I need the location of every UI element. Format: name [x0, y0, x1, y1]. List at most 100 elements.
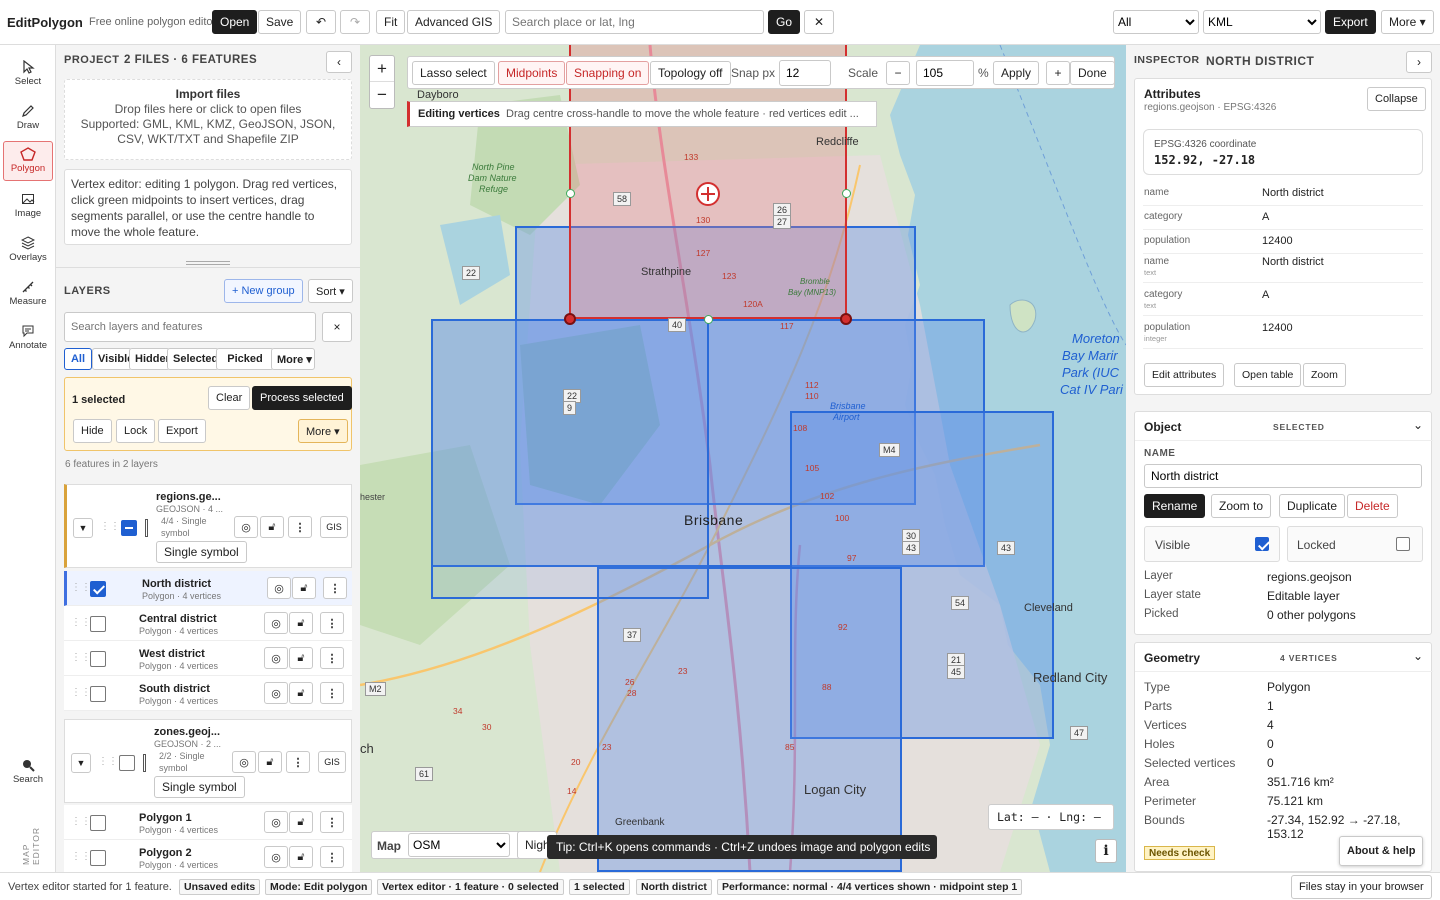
feature-checkbox[interactable] [90, 850, 106, 866]
done-editing-button[interactable]: Done [1070, 61, 1114, 85]
kebab-menu-icon[interactable]: ⋮ [320, 811, 344, 833]
open-table-button[interactable]: Open table [1234, 363, 1302, 387]
attribute-value[interactable]: 12400 [1262, 235, 1293, 247]
feature-row[interactable]: ⋮⋮ Polygon 2 Polygon · 4 vertices ◎ 🔓︎ ⋮ [64, 840, 352, 872]
snapping-toggle[interactable]: Snapping on [566, 61, 650, 85]
polygon-tool[interactable]: Polygon [3, 141, 53, 181]
eye-slash-icon[interactable]: ◎ [264, 647, 288, 669]
feature-row[interactable]: ⋮⋮ Polygon 1 Polygon · 4 vertices ◎ 🔓︎ ⋮ [64, 805, 352, 840]
kebab-menu-icon[interactable]: ⋮ [320, 612, 344, 634]
eye-slash-icon[interactable]: ◎ [267, 577, 291, 599]
vertex-handle-sw[interactable] [564, 313, 576, 325]
group-checkbox[interactable] [119, 755, 135, 771]
eye-slash-icon[interactable]: ◎ [264, 811, 288, 833]
search-tool[interactable]: Search [3, 753, 53, 793]
delete-button[interactable]: Delete [1347, 494, 1398, 518]
lock-icon[interactable]: 🔓︎ [260, 516, 284, 538]
annotate-tool[interactable]: Annotate [3, 319, 53, 359]
clear-search-button[interactable]: ✕ [804, 10, 834, 34]
chevron-down-icon[interactable]: ⌄ [1413, 418, 1423, 432]
local-files-button[interactable]: Files stay in your browser [1291, 875, 1432, 899]
kebab-menu-icon[interactable]: ⋮ [286, 751, 310, 773]
midpoint-handle-east[interactable] [842, 189, 851, 198]
kebab-menu-icon[interactable]: ⋮ [320, 846, 344, 868]
locked-toggle[interactable]: Locked [1287, 526, 1423, 562]
fit-button[interactable]: Fit [376, 10, 406, 34]
export-format-select[interactable]: KML [1203, 10, 1321, 34]
lasso-select-button[interactable]: Lasso select [412, 61, 495, 85]
filter-tab-hidden[interactable]: Hidden [129, 348, 172, 370]
midpoint-handle-west[interactable] [566, 189, 575, 198]
zoom-feature-button[interactable]: Zoom [1303, 363, 1346, 387]
advanced-gis-button[interactable]: Advanced GIS [407, 10, 501, 34]
feature-checkbox[interactable] [90, 686, 106, 702]
layer-group[interactable]: ▼ ⋮⋮ zones.geoj... GEOJSON · 2 ... 2/2 · Sin… [64, 719, 352, 803]
drag-handle-icon[interactable]: ⋮⋮ [71, 617, 91, 628]
feature-row[interactable]: ⋮⋮ South district Polygon · 4 vertices ◎ 🔓︎ ⋮ [64, 676, 352, 711]
attribute-value[interactable]: A [1262, 211, 1269, 223]
basemap-select[interactable]: OSM [408, 833, 510, 857]
locked-checkbox[interactable] [1396, 537, 1410, 551]
attribute-value[interactable]: North district [1262, 256, 1324, 268]
process-selected-button[interactable]: Process selected [252, 386, 352, 410]
topology-toggle[interactable]: Topology off [650, 61, 731, 85]
attribute-value[interactable]: North district [1262, 187, 1324, 199]
gis-button[interactable]: GIS [320, 516, 348, 538]
map-canvas[interactable]: Dayboro Redcliffe Strathpine Brisbane Clevel… [360, 45, 1126, 872]
lock-icon[interactable]: 🔓︎ [289, 846, 313, 868]
polygon-2[interactable] [431, 319, 709, 599]
feature-filter-select[interactable]: All [1113, 10, 1199, 34]
drag-handle-icon[interactable]: ⋮⋮ [71, 582, 91, 593]
edit-attributes-button[interactable]: Edit attributes [1144, 363, 1225, 387]
drag-handle-icon[interactable]: ⋮⋮ [100, 521, 120, 532]
feature-checkbox[interactable] [90, 581, 106, 597]
layer-search-input[interactable] [64, 312, 316, 342]
collapse-attributes-button[interactable]: Collapse [1367, 87, 1426, 111]
zoom-to-button[interactable]: Zoom to [1211, 494, 1272, 518]
midpoints-toggle[interactable]: Midpoints [498, 61, 566, 85]
move-handle[interactable] [696, 182, 720, 206]
filter-tab-visible[interactable]: Visible [92, 348, 133, 370]
attribute-value[interactable]: 12400 [1262, 322, 1293, 334]
drag-handle-icon[interactable]: ⋮⋮ [71, 687, 91, 698]
eye-slash-icon[interactable]: ◎ [264, 682, 288, 704]
scale-decrease-button[interactable]: − [886, 61, 910, 85]
inspector-collapse-button[interactable]: › [1406, 51, 1432, 73]
new-group-button[interactable]: + New group [224, 279, 303, 303]
vertex-handle-se[interactable] [840, 313, 852, 325]
feature-row[interactable]: ⋮⋮ West district Polygon · 4 vertices ◎ 🔓︎ ⋮ [64, 641, 352, 676]
drag-handle-icon[interactable]: ⋮⋮ [71, 851, 91, 862]
kebab-menu-icon[interactable]: ⋮ [320, 647, 344, 669]
duplicate-button[interactable]: Duplicate [1279, 494, 1346, 518]
redo-button[interactable]: ↷ [340, 10, 370, 34]
map-info-button[interactable]: i [1095, 839, 1117, 863]
drag-handle-icon[interactable]: ⋮⋮ [98, 756, 118, 767]
export-selection-button[interactable]: Export [158, 419, 206, 443]
feature-checkbox[interactable] [90, 815, 106, 831]
symbology-button[interactable]: Single symbol [154, 776, 245, 798]
layer-search-clear-button[interactable]: × [322, 312, 352, 342]
import-dropzone[interactable]: Import files Drop files here or click to… [64, 79, 352, 160]
kebab-menu-icon[interactable]: ⋮ [320, 682, 344, 704]
export-button[interactable]: Export [1325, 10, 1376, 34]
hide-selection-button[interactable]: Hide [73, 419, 112, 443]
filter-tab-selected[interactable]: Selected [167, 348, 219, 370]
lock-icon[interactable]: 🔓︎ [289, 811, 313, 833]
lock-icon[interactable]: 🔓︎ [289, 682, 313, 704]
scale-increase-button[interactable]: + [1046, 61, 1070, 85]
group-checkbox[interactable] [121, 520, 137, 536]
undo-button[interactable]: ↶ [306, 10, 336, 34]
rename-button[interactable]: Rename [1144, 494, 1206, 518]
kebab-menu-icon[interactable]: ⋮ [323, 577, 347, 599]
filter-tab-all[interactable]: All [64, 348, 92, 370]
midpoint-handle-south[interactable] [704, 315, 713, 324]
layer-group[interactable]: ▼ ⋮⋮ regions.ge... GEOJSON · 4 ... 4/4 · Sin… [64, 484, 352, 568]
drag-handle-icon[interactable]: ⋮⋮ [71, 652, 91, 663]
measure-tool[interactable]: Measure [3, 275, 53, 315]
scale-input[interactable] [916, 60, 974, 86]
visible-toggle[interactable]: Visible [1144, 526, 1280, 562]
zoom-in-button[interactable]: + [370, 56, 394, 82]
filter-tab-picked[interactable]: Picked [216, 348, 274, 370]
draw-tool[interactable]: Draw [3, 99, 53, 139]
more-selection-button[interactable]: More ▾ [298, 419, 348, 443]
